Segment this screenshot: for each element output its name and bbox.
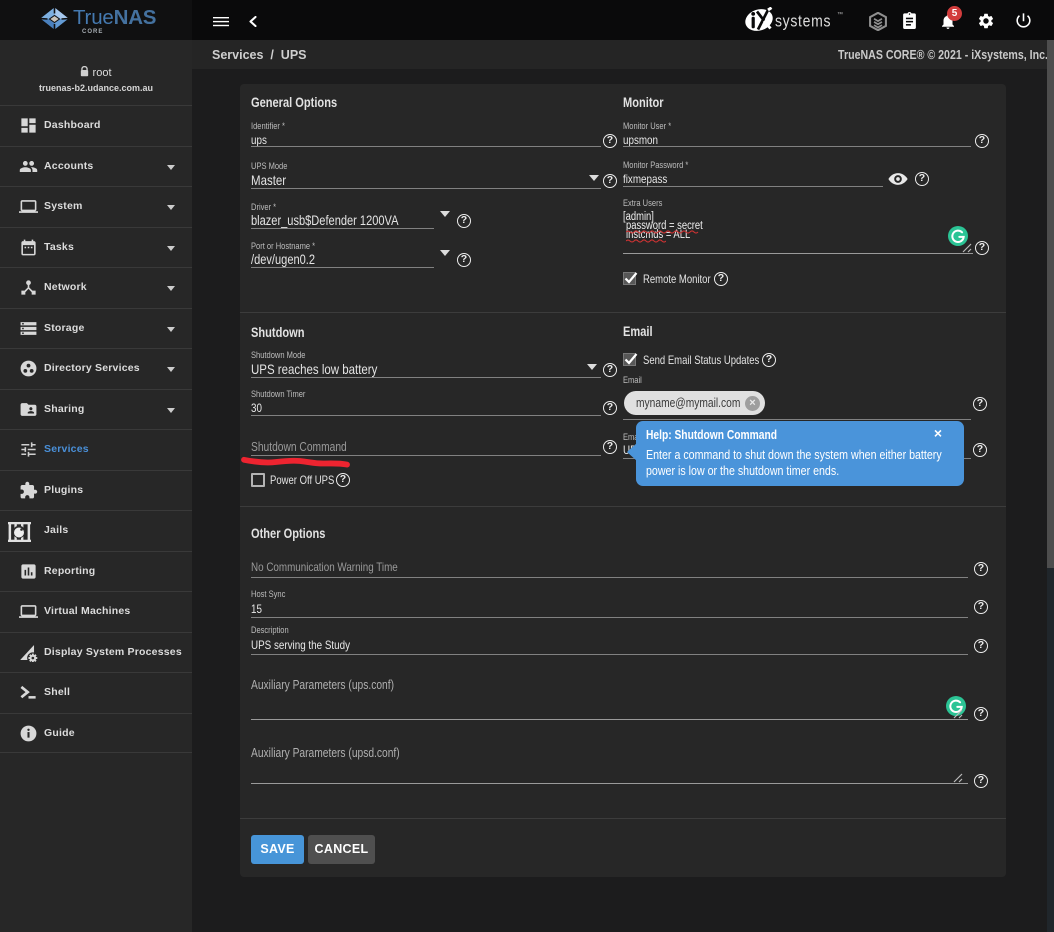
- svg-text:systems: systems: [775, 12, 831, 30]
- svg-text:™: ™: [837, 11, 843, 18]
